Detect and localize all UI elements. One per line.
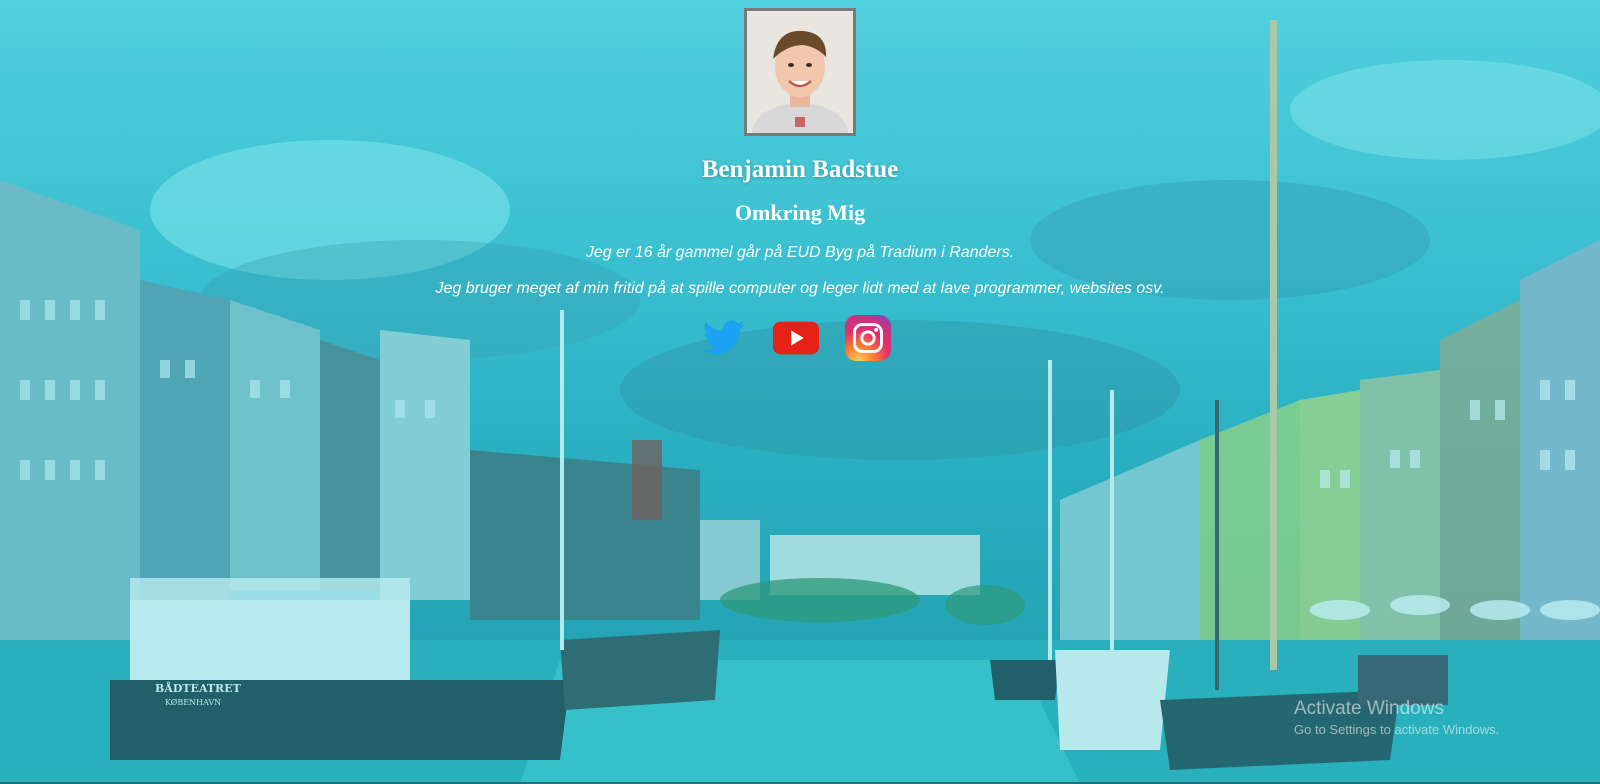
profile-photo: [747, 11, 853, 133]
about-paragraph-1: Jeg er 16 år gammel går på EUD Byg på Tr…: [585, 244, 1015, 261]
avatar: [744, 8, 856, 136]
instagram-link[interactable]: [844, 314, 892, 362]
profile-name: Benjamin Badstue: [701, 156, 899, 183]
twitter-icon: [703, 320, 745, 355]
about-paragraph-2: Jeg bruger meget af min fritid på at spi…: [435, 280, 1165, 297]
section-title: Omkring Mig: [734, 200, 866, 225]
social-links: [700, 314, 892, 362]
instagram-icon: [844, 314, 892, 362]
watermark-subtitle: Go to Settings to activate Windows.: [1294, 722, 1500, 737]
twitter-link[interactable]: [700, 314, 748, 362]
profile-card: Benjamin Badstue Omkring Mig Jeg er 16 å…: [0, 8, 1600, 362]
youtube-link[interactable]: [772, 314, 820, 362]
youtube-icon: [772, 321, 820, 355]
windows-activation-watermark: Activate Windows Go to Settings to activ…: [1294, 698, 1499, 737]
watermark-title: Activate Windows: [1294, 698, 1444, 719]
